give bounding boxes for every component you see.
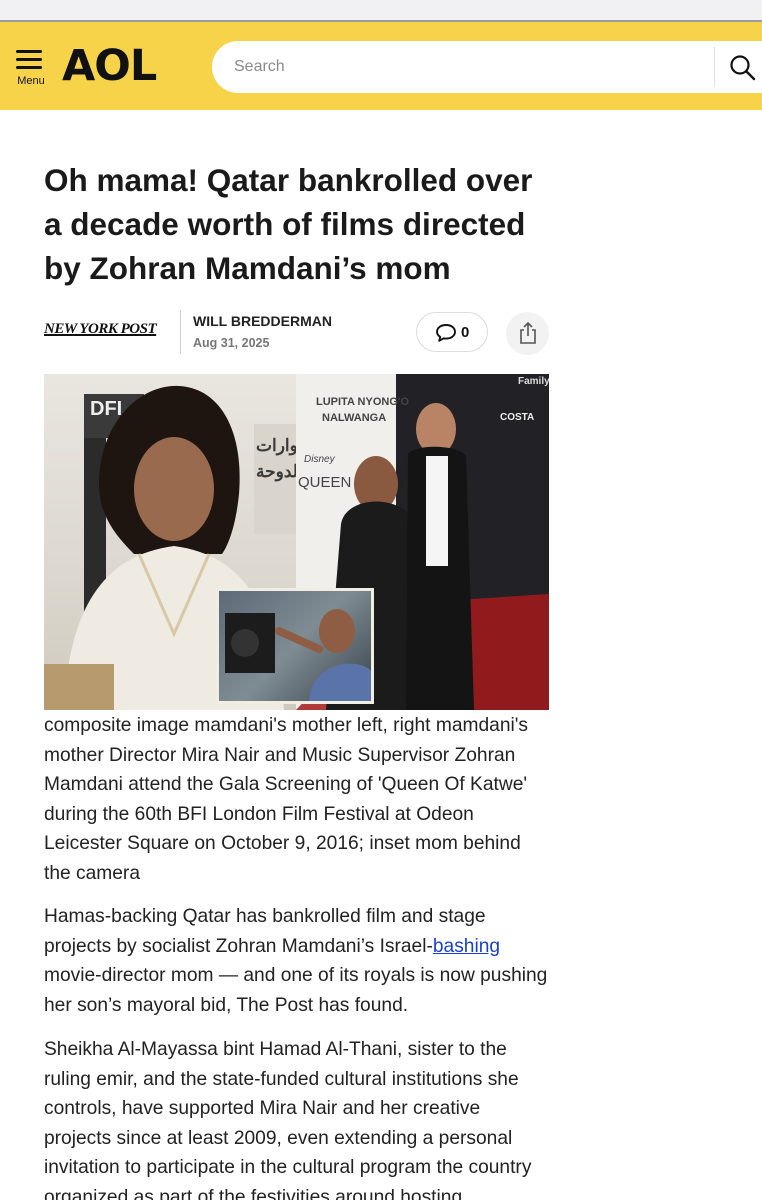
article-photo[interactable]: DFI حوارات الدوحة LUPITA NYONG'O NALWANG… [44, 374, 549, 710]
publisher-logo[interactable]: NEW YORK POST [44, 321, 160, 343]
paragraph-text-continued: movie-director mom — and one of its roya… [44, 965, 548, 1016]
backdrop-text-4: QUEEN [298, 474, 352, 491]
hamburger-icon-bar [16, 58, 42, 61]
search-input[interactable] [234, 55, 694, 79]
hamburger-icon [16, 50, 42, 53]
hamburger-icon-bar [16, 66, 42, 69]
share-icon [520, 321, 536, 344]
backdrop-text-1: LUPITA NYONG'O [316, 396, 410, 408]
site-header: Menu AOL [0, 22, 762, 110]
paragraph-text: Hamas-backing Qatar has bankrolled film … [44, 906, 486, 957]
browser-top-strip [0, 0, 762, 22]
article-title: Oh mama! Qatar bankrolled over a decade … [44, 162, 533, 286]
search-divider [714, 47, 715, 87]
backdrop-text-6: Family [518, 376, 549, 387]
publish-date: Aug 31, 2025 [193, 336, 270, 350]
aol-logo[interactable]: AOL [62, 40, 157, 92]
backdrop-text-2: NALWANGA [322, 412, 387, 424]
comment-count: 0 [461, 324, 470, 341]
article-paragraph: Sheikha Al-Mayassa bint Hamad Al-Thani, … [44, 1039, 532, 1200]
comment-icon [436, 324, 456, 342]
menu-label: Menu [17, 75, 45, 87]
author-name[interactable]: WILL BREDDERMAN [193, 313, 332, 329]
photo-caption: composite image mamdani's mother left, r… [44, 715, 529, 884]
backdrop-text-3: Disney [304, 454, 335, 465]
photo-inset-camera [216, 588, 374, 704]
comments-button[interactable]: 0 [416, 312, 488, 352]
search-bar [212, 41, 762, 93]
search-icon [730, 55, 756, 81]
byline: NEW YORK POST WILL BREDDERMAN Aug 31, 20… [44, 310, 549, 356]
inset-illustration [225, 609, 371, 701]
search-button[interactable] [728, 53, 758, 83]
article-paragraph: Hamas-backing Qatar has bankrolled film … [44, 902, 549, 1020]
backdrop-text-5: COSTA [500, 412, 535, 423]
byline-divider [180, 310, 181, 354]
menu-button[interactable]: Menu [14, 48, 48, 88]
inline-link-bashing[interactable]: bashing [433, 936, 500, 957]
photo-sign-text: DFI [90, 398, 123, 420]
share-button[interactable] [506, 312, 549, 355]
